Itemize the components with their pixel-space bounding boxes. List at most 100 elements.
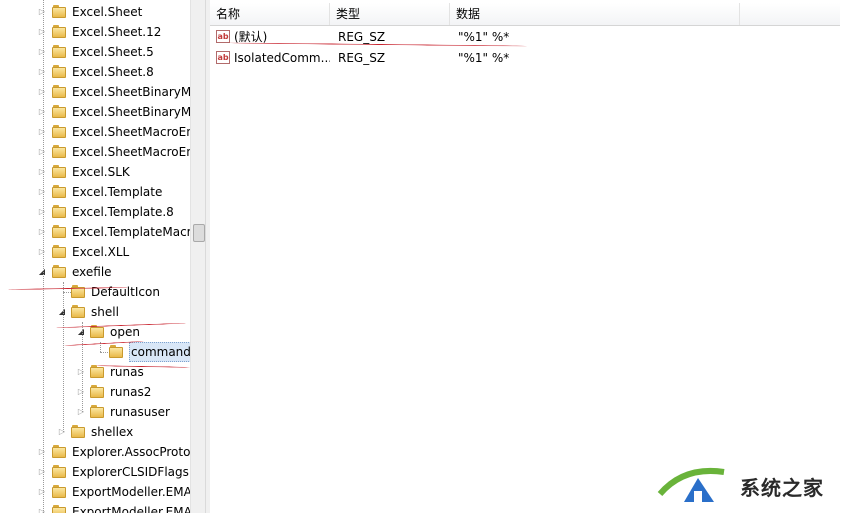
expand-arrow-icon[interactable]: ▷ — [76, 402, 86, 422]
tree-item[interactable]: ▷ Excel.Sheet.5 — [0, 42, 190, 62]
tree-item-label: runasuser — [110, 405, 170, 419]
expand-arrow-icon[interactable]: ▷ — [37, 182, 47, 202]
tree-item[interactable]: ▷ Excel.Sheet — [0, 2, 190, 22]
values-list[interactable]: 名称 类型 数据 ab (默认) REG_SZ "%1" %* ab Isola… — [210, 0, 843, 513]
expand-arrow-icon[interactable]: ▷ — [37, 42, 47, 62]
collapse-arrow-icon[interactable]: ◢ — [57, 302, 67, 322]
tree-item[interactable]: ▷ Excel.SheetMacroEn — [0, 142, 190, 162]
folder-icon — [90, 365, 104, 379]
tree-item-label: Excel.SLK — [72, 165, 130, 179]
folder-icon — [52, 145, 66, 159]
tree-scrollbar[interactable] — [190, 0, 205, 513]
tree-item[interactable]: ▷ Excel.SheetMacroEn — [0, 122, 190, 142]
folder-icon — [52, 245, 66, 259]
folder-icon — [52, 5, 66, 19]
expand-arrow-icon[interactable]: ▷ — [37, 462, 47, 482]
tree-item-label: DefaultIcon — [91, 285, 160, 299]
tree-item-label: shellex — [91, 425, 134, 439]
tree-item[interactable]: ▷ Excel.SheetBinaryMa — [0, 82, 190, 102]
expand-arrow-icon[interactable]: ▷ — [37, 122, 47, 142]
tree-item[interactable]: ▷ Excel.Template.8 — [0, 202, 190, 222]
column-header-name[interactable]: 名称 — [210, 3, 330, 25]
column-header-data[interactable]: 数据 — [450, 3, 740, 25]
tree-item[interactable]: ▷ Excel.SLK — [0, 162, 190, 182]
folder-icon — [71, 305, 85, 319]
tree-item[interactable]: ▷ runasuser — [0, 402, 190, 422]
collapse-arrow-icon[interactable]: ◢ — [76, 322, 86, 342]
tree-item-label: exefile — [72, 265, 112, 279]
tree-item[interactable]: ▷ Excel.Sheet.8 — [0, 62, 190, 82]
folder-icon — [52, 465, 66, 479]
folder-icon — [52, 105, 66, 119]
expand-arrow-icon[interactable]: ▷ — [37, 102, 47, 122]
tree-item[interactable]: ▷ Excel.Template — [0, 182, 190, 202]
tree-item[interactable]: ▷ Excel.TemplateMacr — [0, 222, 190, 242]
folder-icon — [52, 225, 66, 239]
watermark-logo-icon — [657, 468, 725, 502]
expand-arrow-icon[interactable]: ▷ — [37, 162, 47, 182]
tree-item[interactable]: DefaultIcon — [0, 282, 190, 302]
tree-item-label: ExplorerCLSIDFlags — [72, 465, 189, 479]
tree-item[interactable]: ▷ ExportModeller.EMA — [0, 482, 190, 502]
folder-icon — [90, 385, 104, 399]
tree-item[interactable]: ▷ Excel.Sheet.12 — [0, 22, 190, 42]
tree-item[interactable]: ▷ ExplorerCLSIDFlags — [0, 462, 190, 482]
expand-arrow-icon[interactable]: ▷ — [37, 82, 47, 102]
column-header-type[interactable]: 类型 — [330, 3, 450, 25]
expand-arrow-icon[interactable]: ▷ — [37, 142, 47, 162]
expand-arrow-icon[interactable]: ▷ — [37, 62, 47, 82]
watermark-text: 系统之家 — [740, 476, 824, 500]
tree-item[interactable]: ◢ shell — [0, 302, 190, 322]
folder-icon — [71, 425, 85, 439]
tree-item-label: Excel.XLL — [72, 245, 130, 259]
value-data: "%1" %* — [458, 51, 510, 65]
folder-icon — [52, 505, 66, 513]
folder-icon — [52, 65, 66, 79]
expand-arrow-icon[interactable]: ▷ — [76, 382, 86, 402]
value-name: IsolatedComm... — [234, 51, 330, 65]
tree-item[interactable]: ▷ Explorer.AssocProto — [0, 442, 190, 462]
folder-icon — [52, 25, 66, 39]
folder-icon — [90, 405, 104, 419]
expand-arrow-icon[interactable]: ▷ — [37, 482, 47, 502]
expand-arrow-icon[interactable]: ▷ — [37, 2, 47, 22]
collapse-arrow-icon[interactable]: ◢ — [37, 262, 47, 282]
expand-arrow-icon[interactable]: ▷ — [37, 502, 47, 513]
tree-item-label: Excel.Sheet — [72, 5, 143, 19]
tree-item[interactable]: ▷ Excel.SheetBinaryMa — [0, 102, 190, 122]
expand-arrow-icon[interactable]: ▷ — [37, 442, 47, 462]
folder-icon — [52, 185, 66, 199]
tree-item-label: Excel.SheetMacroEn — [72, 125, 190, 139]
tree-item-label: Excel.Sheet.12 — [72, 25, 162, 39]
tree-item-label: Excel.Sheet.5 — [72, 45, 154, 59]
tree-item[interactable]: command — [0, 342, 190, 362]
tree-item[interactable]: ◢ exefile — [0, 262, 190, 282]
expand-arrow-icon[interactable]: ▷ — [76, 362, 86, 382]
tree-item[interactable]: ▷ ExportModeller.EMA — [0, 502, 190, 513]
value-data: "%1" %* — [458, 30, 510, 44]
folder-icon — [52, 445, 66, 459]
tree-item[interactable]: ▷ runas2 — [0, 382, 190, 402]
tree-item-label: Excel.Template — [72, 185, 163, 199]
value-row[interactable]: ab IsolatedComm... REG_SZ "%1" %* — [210, 48, 840, 68]
tree-scrollbar-thumb[interactable] — [193, 224, 205, 242]
tree-guide-line — [43, 0, 44, 513]
expand-arrow-icon[interactable]: ▷ — [37, 242, 47, 262]
tree-item[interactable]: ▷ shellex — [0, 422, 190, 442]
folder-icon — [52, 85, 66, 99]
expand-arrow-icon[interactable]: ▷ — [57, 422, 67, 442]
tree-item[interactable]: ▷ runas — [0, 362, 190, 382]
expand-arrow-icon[interactable]: ▷ — [37, 222, 47, 242]
expand-arrow-icon[interactable]: ▷ — [37, 202, 47, 222]
tree-guide-line — [63, 282, 64, 432]
tree-item-label: Excel.SheetMacroEn — [72, 145, 190, 159]
expand-arrow-icon[interactable]: ▷ — [37, 22, 47, 42]
registry-tree[interactable]: ▷ Excel.Sheet ▷ Excel.Sheet.12 ▷ Excel.Sheet.… — [0, 0, 190, 513]
site-watermark: 系统之家 — [650, 462, 840, 510]
tree-item-label: Excel.Template.8 — [72, 205, 174, 219]
tree-item[interactable]: ▷ Excel.XLL — [0, 242, 190, 262]
tree-item-label: Excel.SheetBinaryMa — [72, 105, 190, 119]
folder-icon — [52, 125, 66, 139]
folder-icon — [52, 45, 66, 59]
string-value-icon: ab — [216, 30, 230, 43]
